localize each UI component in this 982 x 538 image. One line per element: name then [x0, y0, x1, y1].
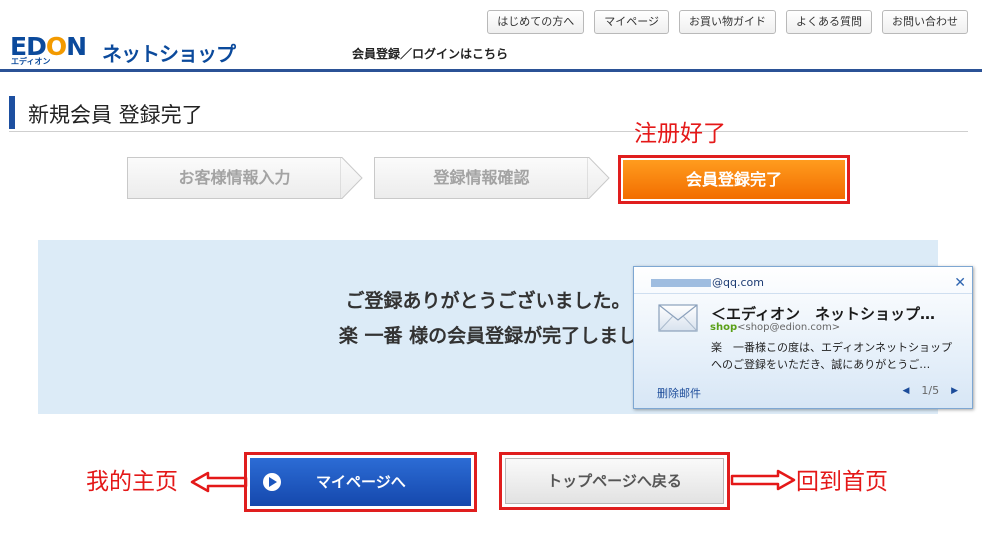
- mypage-button[interactable]: マイページへ: [250, 458, 471, 506]
- nav-guide-button[interactable]: お買い物ガイド: [679, 10, 776, 34]
- step-complete: 会員登録完了: [618, 155, 850, 204]
- redacted-mask: [651, 279, 711, 287]
- top-nav: はじめての方へ マイページ お買い物ガイド よくある質問 お問い合わせ: [487, 10, 968, 34]
- notification-email: @qq.com: [712, 276, 764, 289]
- nav-mypage-button[interactable]: マイページ: [594, 10, 669, 34]
- mail-notification-popup[interactable]: @qq.com ✕ ＜エディオン ネットショップ… shop<shop@edio…: [633, 266, 973, 409]
- step-arrow-icon: [587, 157, 610, 199]
- mypage-button-label: マイページへ: [316, 473, 406, 491]
- step-customer-info: お客様情報入力: [127, 157, 363, 199]
- edion-logo[interactable]: EDON ネットショップ エディオン: [10, 30, 250, 70]
- delete-mail-link[interactable]: 删除邮件: [657, 385, 701, 401]
- prev-arrow-icon[interactable]: ◀: [902, 386, 909, 396]
- notification-account: @qq.com: [651, 276, 764, 289]
- annotation-my-home: 我的主页: [86, 469, 178, 495]
- annotation-back-home: 回到首页: [796, 469, 888, 495]
- top-page-button-frame: トップページへ戻る: [499, 452, 730, 510]
- preview-line: へのご登録をいただき、誠にありがとうご…: [711, 358, 931, 371]
- logo-sub-text: エディオン: [11, 57, 51, 66]
- left-arrow-icon: [190, 471, 248, 493]
- notification-pager: ◀ 1/5 ▶: [902, 384, 958, 397]
- header-divider: [0, 69, 982, 72]
- close-icon[interactable]: ✕: [954, 275, 966, 291]
- pager-count: 1/5: [921, 384, 940, 397]
- right-arrow-icon: [730, 469, 796, 491]
- annotation-registered: 注册好了: [634, 121, 726, 147]
- title-accent-bar: [9, 96, 15, 129]
- sender-name: shop: [710, 322, 738, 333]
- step-label: 会員登録完了: [623, 160, 845, 199]
- login-link[interactable]: 会員登録／ログインはこちら: [352, 45, 508, 62]
- page-title: 新規会員 登録完了: [28, 103, 203, 127]
- step-label: 登録情報確認: [374, 157, 588, 199]
- logo-shop-text: ネットショップ: [102, 42, 236, 66]
- notification-subject: ＜エディオン ネットショップ…: [711, 305, 935, 323]
- step-label: お客様情報入力: [127, 157, 341, 199]
- nav-faq-button[interactable]: よくある質問: [786, 10, 872, 34]
- popup-divider: [634, 293, 972, 294]
- step-confirm: 登録情報確認: [374, 157, 610, 199]
- notification-preview: 楽 一番様この度は、エディオンネットショップ へのご登録をいただき、誠にありがと…: [711, 339, 963, 373]
- play-icon: [263, 473, 281, 491]
- next-arrow-icon[interactable]: ▶: [951, 386, 958, 396]
- nav-contact-button[interactable]: お問い合わせ: [882, 10, 968, 34]
- preview-line: 楽 一番様この度は、エディオンネットショップ: [711, 341, 953, 354]
- top-page-button[interactable]: トップページへ戻る: [505, 458, 724, 504]
- nav-beginners-button[interactable]: はじめての方へ: [487, 10, 585, 34]
- title-divider: [9, 131, 968, 132]
- envelope-icon: [658, 304, 698, 332]
- step-arrow-icon: [340, 157, 363, 199]
- mypage-button-frame: マイページへ: [244, 452, 477, 512]
- notification-sender: shop<shop@edion.com>: [710, 322, 840, 333]
- sender-address: <shop@edion.com>: [737, 322, 841, 333]
